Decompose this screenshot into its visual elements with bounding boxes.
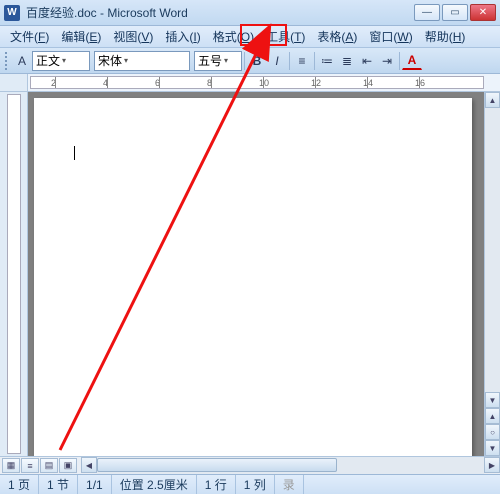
status-section: 1 节 — [39, 475, 78, 494]
dropdown-icon: ▾ — [224, 56, 228, 65]
prev-page-button[interactable]: ▲ — [485, 408, 500, 424]
vertical-ruler[interactable] — [0, 92, 28, 456]
ruler-strip: 246810121416 — [30, 76, 484, 89]
status-rec: 录 — [275, 475, 304, 494]
size-value: 五号 — [198, 52, 222, 69]
scroll-thumb[interactable] — [97, 458, 337, 472]
menu-i[interactable]: 插入(I) — [159, 26, 206, 47]
menu-t[interactable]: 工具(T) — [260, 26, 311, 47]
font-value: 宋体 — [98, 52, 122, 69]
ruler-number: 14 — [363, 78, 373, 88]
status-position: 位置 2.5厘米 — [112, 475, 197, 494]
bullet-list-button[interactable]: ≣ — [337, 51, 357, 71]
formatting-toolbar: A 正文 ▾ 宋体 ▾ 五号 ▾ B I ≡ ≔ ≣ ⇤ ⇥ A — [0, 48, 500, 74]
ruler-number: 12 — [311, 78, 321, 88]
titlebar: W 百度经验.doc - Microsoft Word — ▭ ✕ — [0, 0, 500, 26]
scroll-left-button[interactable]: ◀ — [81, 457, 97, 473]
italic-button[interactable]: I — [267, 51, 287, 71]
statusbar: 1 页 1 节 1/1 位置 2.5厘米 1 行 1 列 录 — [0, 474, 500, 494]
ruler-number: 16 — [415, 78, 425, 88]
menu-v[interactable]: 视图(V) — [107, 26, 159, 47]
status-column: 1 列 — [236, 475, 275, 494]
view-tab-3[interactable]: ▣ — [59, 458, 77, 473]
scroll-track[interactable] — [485, 108, 500, 392]
style-select[interactable]: 正文 ▾ — [32, 51, 90, 71]
separator — [399, 52, 400, 70]
separator — [244, 52, 245, 70]
menu-a[interactable]: 表格(A) — [311, 26, 363, 47]
separator — [314, 52, 315, 70]
style-value: 正文 — [36, 52, 60, 69]
menu-o[interactable]: 格式(O) — [207, 26, 260, 47]
status-page: 1 页 — [0, 475, 39, 494]
app-icon: W — [4, 5, 20, 21]
text-cursor — [74, 146, 75, 160]
decrease-indent-button[interactable]: ⇤ — [357, 51, 377, 71]
page-viewport[interactable] — [28, 92, 484, 456]
font-color-button[interactable]: A — [402, 52, 422, 70]
horizontal-ruler[interactable]: 246810121416 — [0, 74, 500, 92]
vertical-scrollbar[interactable]: ▲ ▼ ▲ ○ ▼ — [484, 92, 500, 456]
view-tab-2[interactable]: ▤ — [40, 458, 58, 473]
view-tab-1[interactable]: ≡ — [21, 458, 39, 473]
ruler-corner — [0, 74, 28, 91]
dropdown-icon: ▾ — [62, 56, 66, 65]
dropdown-icon: ▾ — [124, 56, 128, 65]
separator — [289, 52, 290, 70]
maximize-button[interactable]: ▭ — [442, 4, 468, 21]
size-select[interactable]: 五号 ▾ — [194, 51, 242, 71]
menu-e[interactable]: 编辑(E) — [55, 26, 107, 47]
ruler-number: 10 — [259, 78, 269, 88]
vertical-ruler-strip — [7, 94, 21, 454]
menu-w[interactable]: 窗口(W) — [363, 26, 418, 47]
scroll-down-button[interactable]: ▼ — [485, 392, 500, 408]
bold-button[interactable]: B — [247, 51, 267, 71]
document-page[interactable] — [34, 98, 472, 456]
close-button[interactable]: ✕ — [470, 4, 496, 21]
status-page-of: 1/1 — [78, 475, 112, 494]
style-pane-icon[interactable]: A — [12, 51, 32, 71]
toolbar-grip[interactable] — [5, 52, 9, 70]
view-mode-tabs: ▦≡▤▣ — [0, 457, 77, 474]
browse-object-button[interactable]: ○ — [485, 424, 500, 440]
font-select[interactable]: 宋体 ▾ — [94, 51, 190, 71]
scroll-up-button[interactable]: ▲ — [485, 92, 500, 108]
minimize-button[interactable]: — — [414, 4, 440, 21]
horizontal-scrollbar[interactable]: ◀ ▶ — [81, 457, 500, 474]
scroll-right-button[interactable]: ▶ — [484, 457, 500, 473]
status-line: 1 行 — [197, 475, 236, 494]
scroll-track-h[interactable] — [97, 457, 484, 474]
view-tab-0[interactable]: ▦ — [2, 458, 20, 473]
increase-indent-button[interactable]: ⇥ — [377, 51, 397, 71]
menubar: 文件(F)编辑(E)视图(V)插入(I)格式(O)工具(T)表格(A)窗口(W)… — [0, 26, 500, 48]
next-page-button[interactable]: ▼ — [485, 440, 500, 456]
document-area: ▲ ▼ ▲ ○ ▼ — [0, 92, 500, 456]
margin-marker — [40, 154, 68, 164]
window-controls: — ▭ ✕ — [414, 4, 496, 21]
align-left-button[interactable]: ≡ — [292, 51, 312, 71]
window-title: 百度经验.doc - Microsoft Word — [20, 4, 414, 21]
menu-h[interactable]: 帮助(H) — [419, 26, 472, 47]
bottom-bar: ▦≡▤▣ ◀ ▶ — [0, 456, 500, 474]
menu-f[interactable]: 文件(F) — [4, 26, 55, 47]
numbered-list-button[interactable]: ≔ — [317, 51, 337, 71]
